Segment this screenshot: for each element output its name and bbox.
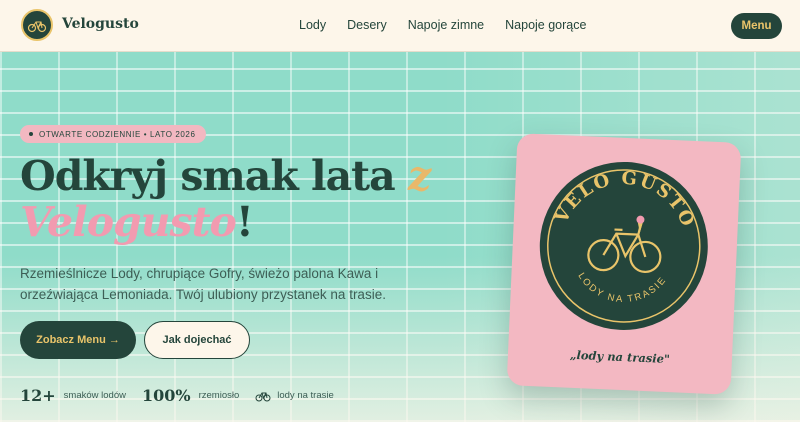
velogusto-seal-logo: VELO GUSTO LODY NA TRASIE <box>539 161 708 330</box>
nav-item-lody[interactable]: Lody <box>299 18 326 32</box>
nav-item-napoje-gorace[interactable]: Napoje gorące <box>505 18 586 32</box>
site-header: Velogusto Lody Desery Napoje zimne Napoj… <box>0 0 800 52</box>
dot-icon <box>29 132 33 136</box>
hero-description: Rzemieślnicze Lody, chrupiące Gofry, świ… <box>20 266 386 302</box>
bicycle-icon <box>255 392 271 401</box>
card-caption: „lody na trasie" <box>569 347 671 367</box>
main-nav: Lody Desery Napoje zimne Napoje gorące <box>299 18 607 32</box>
headline-brand: Velogusto <box>20 198 237 246</box>
stat-route-label: lody na trasie <box>277 390 334 401</box>
stat-flavors-label: smaków lodów <box>63 390 126 401</box>
stats-row: 12+ smaków lodów 100% rzemiosło lody na … <box>20 386 350 405</box>
status-badge-label: OTWARTE CODZIENNIE • LATO 2026 <box>39 129 196 139</box>
hero-section: OTWARTE CODZIENNIE • LATO 2026 Odkryj sm… <box>0 52 800 422</box>
stat-craft-number: 100% <box>141 386 191 405</box>
nav-item-desery[interactable]: Desery <box>347 18 387 32</box>
headline-exclamation: ! <box>235 198 254 246</box>
headline-z: z <box>407 152 431 200</box>
brand-name[interactable]: Velogusto <box>62 16 139 32</box>
stat-craft-label: rzemiosło <box>198 390 240 401</box>
directions-button[interactable]: Jak dojechać <box>144 321 250 359</box>
brand-card: VELO GUSTO LODY NA TRASIE „lody na trasi… <box>506 133 742 395</box>
view-menu-button[interactable]: Zobacz Menu → <box>20 321 136 359</box>
menu-button[interactable]: Menu <box>731 13 782 39</box>
stat-flavors-number: 12+ <box>20 386 56 405</box>
nav-item-napoje-zimne[interactable]: Napoje zimne <box>408 18 484 32</box>
logo-icon[interactable] <box>21 9 53 41</box>
headline-text: Odkryj smak lata <box>20 152 408 200</box>
status-badge: OTWARTE CODZIENNIE • LATO 2026 <box>20 125 206 143</box>
page-title: Odkryj smak lata z Velogusto! <box>20 153 460 245</box>
